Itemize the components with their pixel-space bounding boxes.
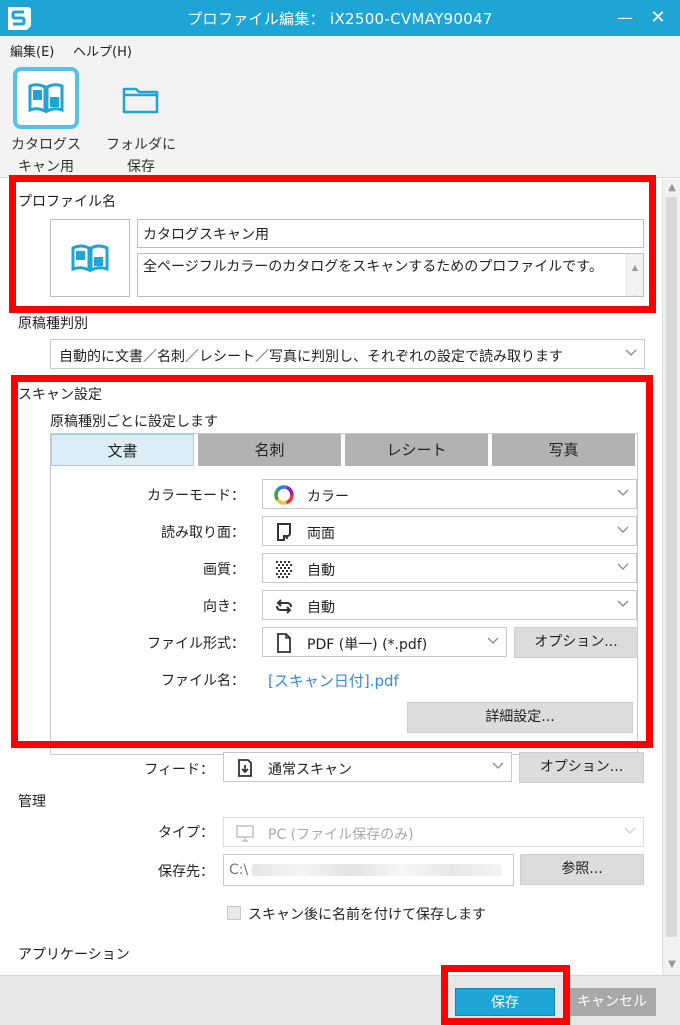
- file-name-label: ファイル名：: [161, 673, 245, 689]
- chevron-down-icon: [617, 526, 629, 533]
- toolbar-label: カタログス キャン用: [11, 137, 81, 175]
- folder-icon: [122, 87, 159, 114]
- cancel-button[interactable]: キャンセル: [568, 988, 656, 1016]
- management-section-label: 管理: [18, 794, 46, 810]
- color-mode-dropdown[interactable]: カラー: [262, 479, 637, 509]
- application-section-label: アプリケーション: [18, 947, 130, 963]
- file-format-value: PDF (単一) (*.pdf): [307, 637, 428, 653]
- feed-label: フィード：: [144, 762, 214, 778]
- quality-label: 画質：: [203, 562, 245, 578]
- menu-item-edit[interactable]: 編集(E): [10, 41, 54, 60]
- type-dropdown: PC (ファイル保存のみ): [223, 817, 644, 847]
- chevron-down-icon: [487, 637, 499, 644]
- per-type-label: 原稿種別ごとに設定します: [50, 414, 218, 430]
- file-format-options-button[interactable]: オプション...: [514, 627, 638, 658]
- color-wheel-icon: [274, 485, 294, 505]
- dot-pattern-icon: [276, 561, 292, 578]
- orientation-dropdown[interactable]: 自動: [262, 590, 637, 620]
- scroll-down-arrow-icon[interactable]: ▼: [627, 288, 643, 296]
- detail-settings-button[interactable]: 詳細設定...: [407, 702, 633, 733]
- scroll-up-arrow-icon[interactable]: ▲: [666, 182, 678, 194]
- orientation-value: 自動: [307, 600, 335, 616]
- rename-after-scan-checkbox[interactable]: [227, 906, 241, 920]
- tab-photo[interactable]: 写真: [492, 434, 635, 466]
- tab-business-card[interactable]: 名刺: [198, 434, 341, 466]
- file-name-link[interactable]: [スキャン日付].pdf: [268, 670, 399, 691]
- toolbar-label: フォルダに 保存: [106, 137, 176, 175]
- computer-icon: [236, 825, 254, 842]
- feed-options-button[interactable]: オプション...: [519, 752, 644, 783]
- toolbar-icon-frame: [13, 67, 79, 129]
- profile-toolbar: カタログス キャン用 フォルダに 保存: [0, 62, 680, 178]
- scan-settings-section-label: スキャン設定: [18, 387, 102, 403]
- file-format-dropdown[interactable]: PDF (単一) (*.pdf): [262, 627, 507, 657]
- profile-description-text: 全ページフルカラーのカタログをスキャンするためのプロファイルです。: [143, 259, 603, 275]
- quality-dropdown[interactable]: 自動: [262, 553, 637, 583]
- type-value: PC (ファイル保存のみ): [268, 827, 414, 843]
- tab-document[interactable]: 文書: [51, 434, 194, 466]
- quality-value: 自動: [307, 563, 335, 579]
- profile-description-field[interactable]: 全ページフルカラーのカタログをスキャンするためのプロファイルです。 ▲ ▼: [137, 253, 644, 297]
- paper-feed-icon: [238, 759, 252, 777]
- scroll-up-arrow-icon[interactable]: ▲: [627, 257, 643, 278]
- profile-name-section-label: プロファイル名: [18, 194, 116, 210]
- save-button[interactable]: 保存: [455, 988, 555, 1016]
- toolbar-item-save-to-folder[interactable]: フォルダに 保存: [95, 62, 187, 176]
- chevron-down-icon: [624, 827, 636, 834]
- doc-type-section-label: 原稿種判別: [18, 316, 88, 332]
- chevron-down-icon: [625, 349, 637, 356]
- menu-bar: 編集(E) ヘルプ(H): [0, 36, 680, 62]
- scan-side-value: 両面: [307, 526, 335, 542]
- dialog-footer: 保存 キャンセル: [0, 975, 680, 1025]
- type-label: タイプ：: [158, 825, 214, 841]
- title-bar: プロファイル編集： iX2500-CVMAY90047 — ✕: [0, 0, 680, 36]
- description-scrollbar[interactable]: ▲ ▼: [626, 254, 643, 296]
- close-button[interactable]: ✕: [645, 6, 671, 30]
- window-title: プロファイル編集： iX2500-CVMAY90047: [187, 10, 493, 28]
- file-icon: [277, 633, 291, 653]
- rotate-arrows-icon: [276, 599, 292, 614]
- main-scrollbar[interactable]: ▲ ▼: [662, 179, 680, 975]
- profile-icon-button[interactable]: [50, 219, 130, 297]
- save-to-path-value: C:\: [229, 862, 249, 878]
- minimize-button[interactable]: —: [612, 6, 638, 30]
- chevron-down-icon: [617, 563, 629, 570]
- scan-side-label: 読み取り面：: [161, 525, 245, 541]
- settings-content: プロファイル名 カタログスキャン用 全ページフルカラーのカタログをスキャンするた…: [0, 179, 662, 975]
- orientation-label: 向き：: [203, 599, 245, 615]
- save-to-path-field[interactable]: C:\: [223, 854, 514, 886]
- chevron-down-icon: [617, 489, 629, 496]
- feed-value: 通常スキャン: [268, 762, 352, 778]
- scroll-down-arrow-icon[interactable]: ▼: [666, 959, 678, 971]
- scan-settings-tab-panel: 文書 名刺 レシート 写真 カラーモード： カラー 読み取り面： 両面 画質： …: [50, 433, 638, 755]
- scan-side-dropdown[interactable]: 両面: [262, 516, 637, 546]
- toolbar-item-catalog-scan[interactable]: カタログス キャン用: [0, 62, 92, 176]
- profile-name-field[interactable]: カタログスキャン用: [137, 219, 644, 248]
- chevron-down-icon: [617, 600, 629, 607]
- scrollbar-thumb[interactable]: [666, 197, 677, 937]
- save-to-label: 保存先：: [158, 864, 214, 880]
- file-format-label: ファイル形式：: [147, 636, 245, 652]
- color-mode-value: カラー: [307, 489, 349, 505]
- open-book-icon: [28, 83, 64, 114]
- menu-item-help[interactable]: ヘルプ(H): [73, 41, 132, 60]
- redacted-path: [252, 864, 502, 876]
- rename-after-scan-label: スキャン後に名前を付けて保存します: [248, 907, 486, 923]
- browse-button[interactable]: 参照...: [520, 854, 644, 885]
- tab-receipt[interactable]: レシート: [345, 434, 488, 466]
- color-mode-label: カラーモード：: [147, 488, 245, 504]
- feed-dropdown[interactable]: 通常スキャン: [223, 752, 512, 782]
- doc-type-dropdown[interactable]: 自動的に文書／名刺／レシート／写真に判別し、それぞれの設定で読み取ります: [50, 339, 645, 369]
- doc-type-value: 自動的に文書／名刺／レシート／写真に判別し、それぞれの設定で読み取ります: [59, 349, 563, 365]
- open-book-icon: [71, 244, 109, 273]
- duplex-page-icon: [277, 523, 291, 541]
- chevron-down-icon: [492, 762, 504, 769]
